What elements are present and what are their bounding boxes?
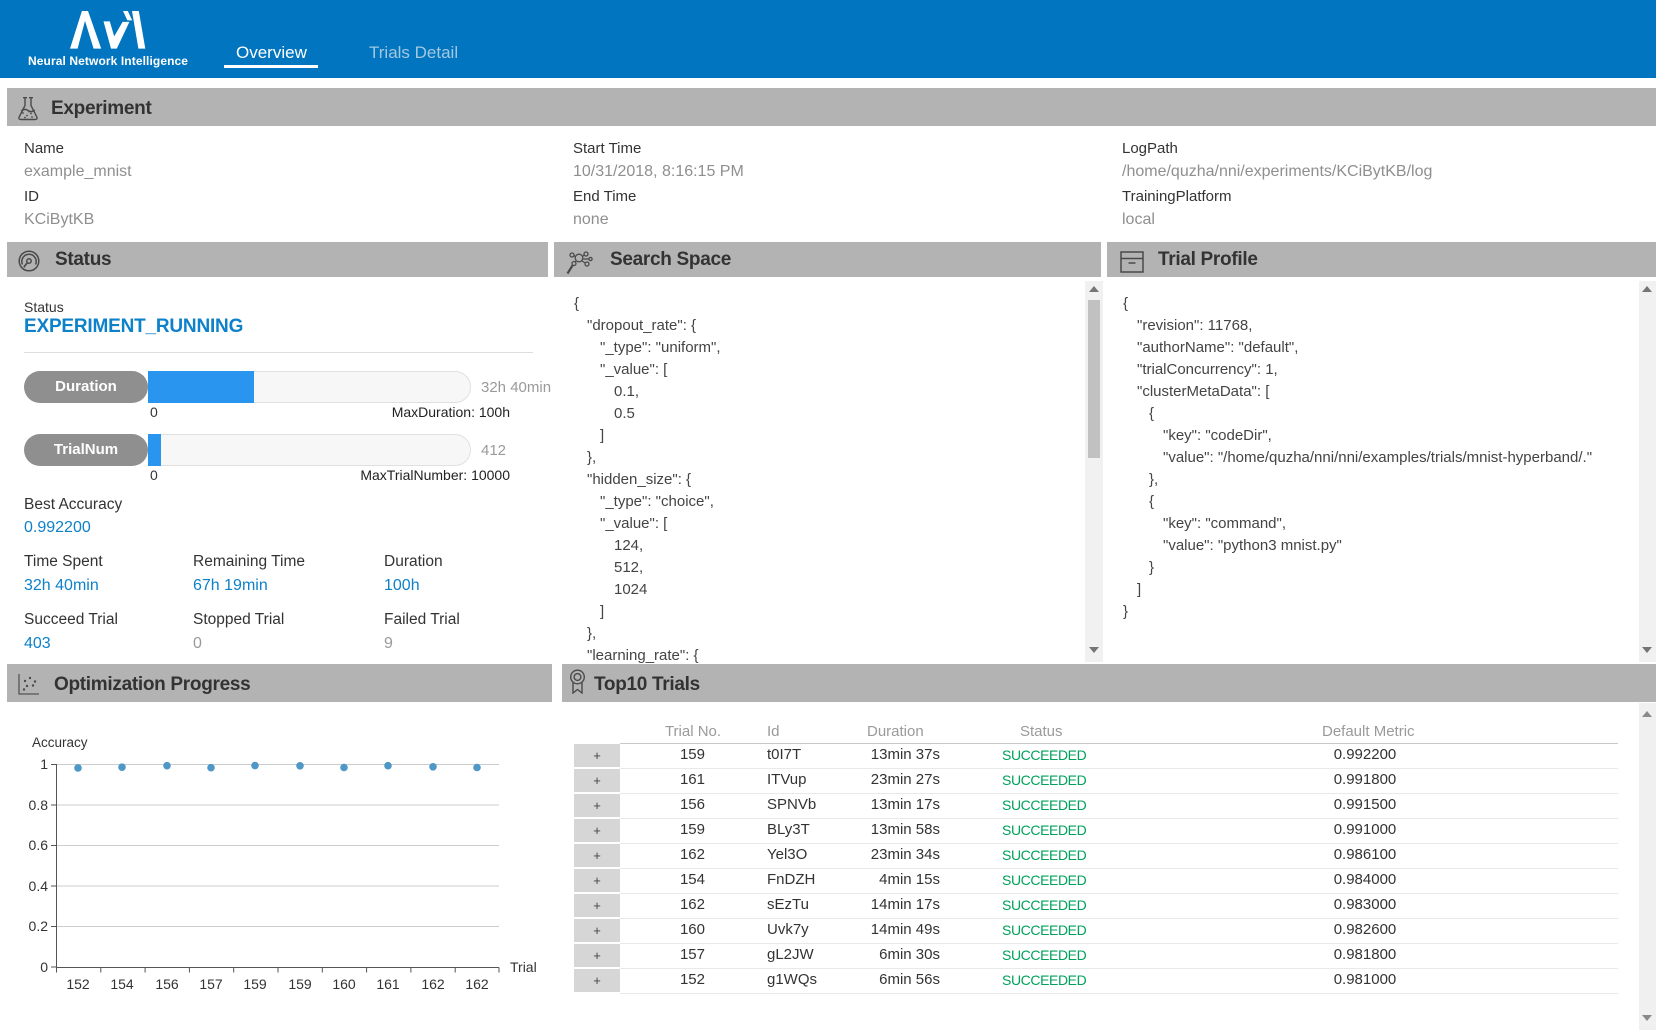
- svg-text:1: 1: [40, 756, 48, 772]
- svg-text:162: 162: [421, 976, 445, 992]
- svg-text:152: 152: [66, 976, 90, 992]
- svg-text:154: 154: [110, 976, 134, 992]
- svg-text:159: 159: [288, 976, 312, 992]
- svg-text:156: 156: [155, 976, 179, 992]
- svg-text:0.4: 0.4: [29, 878, 49, 894]
- svg-text:157: 157: [199, 976, 223, 992]
- svg-text:162: 162: [465, 976, 489, 992]
- svg-text:Trial: Trial: [510, 959, 537, 975]
- svg-text:0.8: 0.8: [29, 797, 49, 813]
- svg-text:0: 0: [40, 959, 48, 975]
- svg-text:160: 160: [332, 976, 356, 992]
- svg-text:0.2: 0.2: [29, 918, 49, 934]
- svg-text:161: 161: [376, 976, 400, 992]
- svg-text:159: 159: [243, 976, 267, 992]
- svg-text:0.6: 0.6: [29, 837, 49, 853]
